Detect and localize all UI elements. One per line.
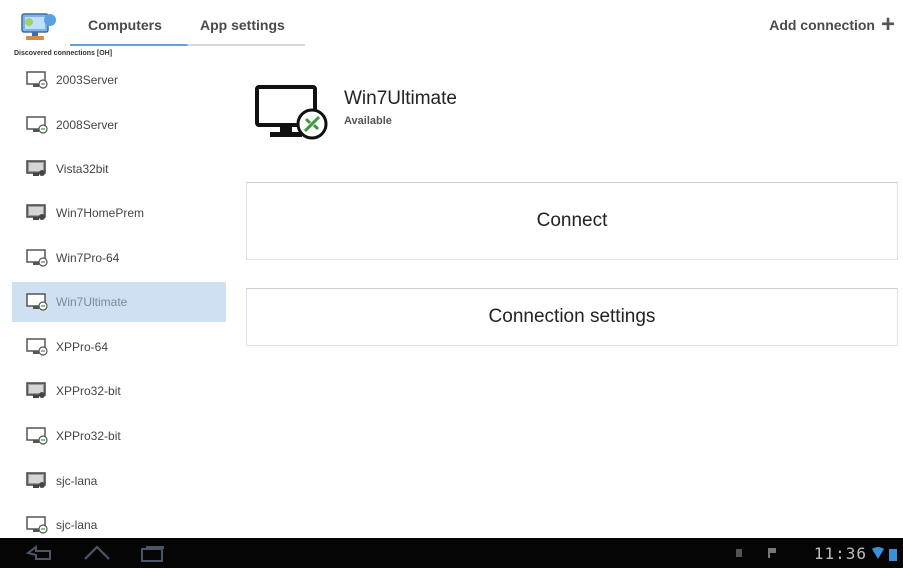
monitor-connected-icon: [26, 249, 48, 267]
list-item-label: Win7Pro-64: [56, 251, 120, 265]
monitor-connected-icon: [26, 71, 48, 89]
list-item[interactable]: XPPro-64: [12, 327, 226, 367]
list-item[interactable]: Win7Pro-64: [12, 238, 226, 278]
wifi-icon: [872, 547, 884, 559]
list-item[interactable]: XPPro32-bit: [12, 416, 226, 456]
monitor-screen-icon: [26, 204, 46, 220]
list-item-label: XPPro32-bit: [56, 429, 121, 443]
monitor-screen-icon: [26, 382, 46, 398]
monitor-screen-icon: [26, 160, 46, 176]
home-icon[interactable]: [82, 543, 112, 563]
add-connection-label: Add connection: [769, 17, 875, 33]
back-icon[interactable]: [24, 543, 56, 563]
connection-name: Win7Ultimate: [344, 88, 457, 109]
app-logo-icon[interactable]: [20, 10, 58, 44]
list-item-label: sjc-lana: [56, 474, 98, 488]
list-item[interactable]: 2008Server: [12, 105, 226, 145]
monitor-connected-icon: [26, 293, 48, 311]
tab-app-settings[interactable]: App settings: [200, 17, 285, 33]
monitor-screen-icon: [26, 472, 46, 488]
clock: 11:36: [813, 544, 867, 563]
tab-indicator: [70, 44, 305, 46]
list-item[interactable]: Vista32bit: [12, 149, 226, 189]
connection-list: 2003Server 2008Server Vista32bit Win7Hom…: [12, 58, 226, 538]
monitor-connected-icon: [26, 116, 48, 134]
flag-icon[interactable]: [766, 547, 778, 559]
connect-button[interactable]: Connect: [246, 182, 898, 260]
add-connection-button[interactable]: Add connection +: [769, 11, 895, 38]
monitor-connected-icon: [26, 516, 48, 534]
tab-computers[interactable]: Computers: [88, 17, 162, 33]
monitor-connected-icon: [26, 338, 48, 356]
plus-icon: +: [880, 11, 895, 38]
list-item-label: 2003Server: [56, 73, 119, 87]
list-item[interactable]: XPPro32-bit: [12, 371, 226, 411]
connection-settings-label: Connection settings: [488, 306, 656, 327]
list-item-selected[interactable]: Win7Ultimate: [12, 282, 226, 322]
monitor-connected-icon: [26, 427, 48, 445]
recent-apps-icon[interactable]: [138, 543, 168, 563]
connection-status: Available: [344, 115, 392, 127]
list-item[interactable]: sjc-lana: [12, 461, 226, 501]
discovered-connections-label: Discovered connections [OH]: [14, 50, 113, 57]
list-item[interactable]: 2003Server: [12, 60, 226, 100]
list-item-label: Vista32bit: [56, 162, 109, 176]
notification-icon[interactable]: [734, 547, 744, 559]
list-item-label: 2008Server: [56, 118, 119, 132]
list-item-label: Win7Ultimate: [56, 295, 128, 309]
list-item-label: XPPro-64: [56, 340, 109, 354]
list-item-label: Win7HomePrem: [56, 206, 145, 220]
battery-icon: [889, 549, 897, 561]
connection-settings-button[interactable]: Connection settings: [246, 288, 898, 346]
system-navigation-bar: 11:36: [0, 538, 903, 568]
connect-button-label: Connect: [536, 210, 608, 231]
list-item-label: sjc-lana: [56, 518, 98, 532]
action-bar: Computers App settings Discovered connec…: [0, 0, 903, 57]
list-item-label: XPPro32-bit: [56, 384, 121, 398]
list-item[interactable]: Win7HomePrem: [12, 193, 226, 233]
remote-desktop-monitor-icon: [255, 85, 328, 140]
